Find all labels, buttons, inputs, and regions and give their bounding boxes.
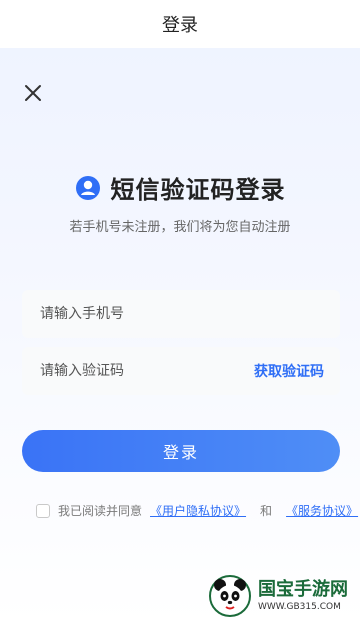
close-button[interactable] bbox=[20, 80, 46, 106]
agreement-prefix: 我已阅读并同意 bbox=[58, 504, 143, 518]
top-title-bar: 登录 bbox=[0, 0, 360, 48]
watermark-title: 国宝手游网 bbox=[258, 578, 348, 600]
watermark: 国宝手游网 WWW.GB315.COM bbox=[208, 572, 358, 620]
phone-input[interactable] bbox=[38, 305, 324, 323]
service-link[interactable]: 《服务协议》 bbox=[286, 502, 358, 519]
code-input[interactable] bbox=[38, 362, 254, 380]
privacy-link[interactable]: 《用户隐私协议》 bbox=[150, 502, 246, 519]
user-circle-icon bbox=[75, 175, 101, 201]
get-code-button[interactable]: 获取验证码 bbox=[254, 361, 324, 381]
watermark-url: WWW.GB315.COM bbox=[258, 601, 341, 612]
login-button[interactable]: 登录 bbox=[22, 430, 340, 472]
agreement-checkbox[interactable] bbox=[36, 503, 50, 518]
hero-title: 短信验证码登录 bbox=[110, 176, 286, 204]
page-title: 登录 bbox=[162, 15, 198, 36]
and-text: 和 bbox=[260, 504, 273, 518]
hero-header: 短信验证码登录 bbox=[0, 170, 360, 205]
close-icon bbox=[25, 85, 41, 101]
watermark-text: 国宝手游网 WWW.GB315.COM bbox=[258, 578, 348, 612]
agreement-row: 我已阅读并同意 《用户隐私协议》 和 《服务协议》 bbox=[36, 502, 358, 519]
code-field[interactable]: 获取验证码 bbox=[22, 347, 340, 395]
hero-subtitle: 若手机号未注册，我们将为您自动注册 bbox=[69, 220, 291, 235]
phone-field[interactable] bbox=[22, 290, 340, 338]
panda-logo-icon bbox=[209, 575, 251, 617]
